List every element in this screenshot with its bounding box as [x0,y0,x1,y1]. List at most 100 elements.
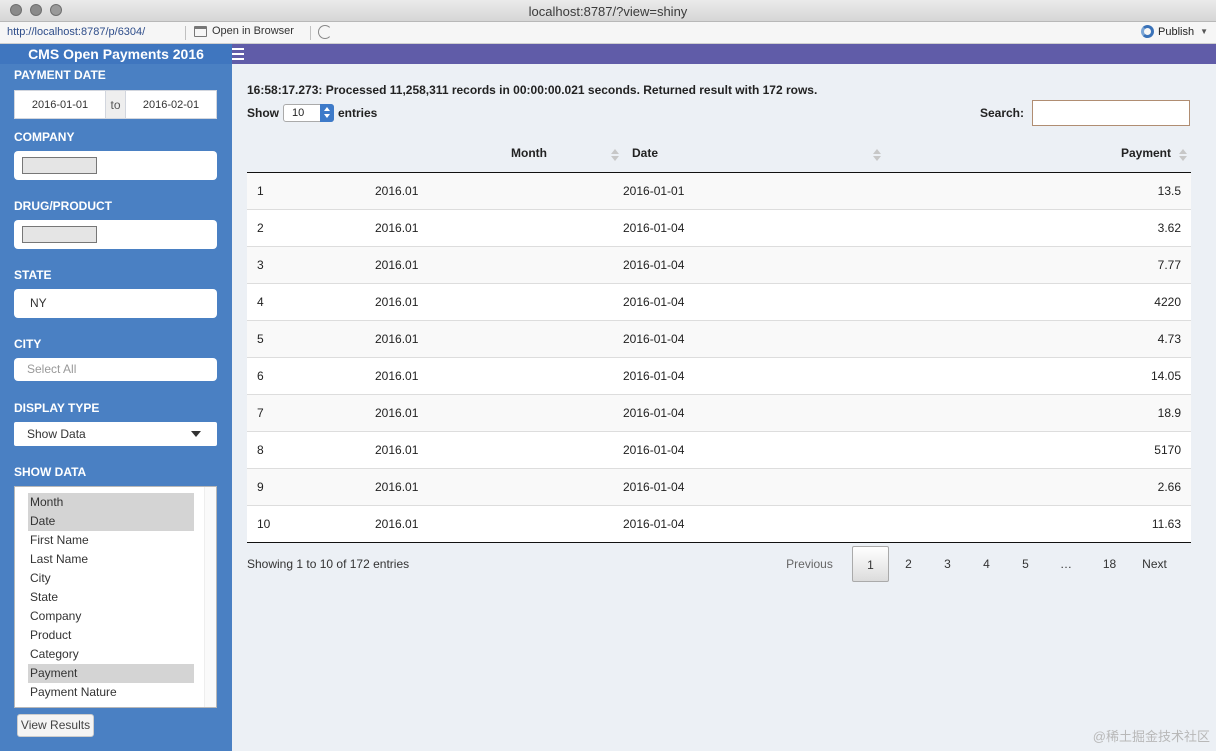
date-range-to: to [106,90,125,119]
date-cell: 2016-01-04 [623,245,885,283]
show-data-option[interactable]: Month [28,493,194,512]
pagination-page-3[interactable]: 3 [928,546,967,582]
pagination-previous[interactable]: Previous [772,546,847,582]
refresh-icon[interactable] [318,25,332,39]
show-data-option[interactable]: Date [28,512,194,531]
url-text[interactable]: http://localhost:8787/p/6304/ [7,26,145,38]
month-cell: 2016.01 [375,393,623,431]
month-cell: 2016.01 [375,245,623,283]
show-data-option[interactable]: First Name [28,531,194,550]
show-data-option[interactable]: State [28,588,194,607]
payment-cell: 2.66 [885,467,1191,505]
view-results-button[interactable]: View Results [17,714,94,737]
watermark: @稀土掘金技术社区 [1092,729,1210,744]
payment-cell: 11.63 [885,504,1191,543]
payment-cell: 14.05 [885,356,1191,394]
listbox-scrollbar[interactable] [204,487,216,707]
sidebar-toggle-icon[interactable] [232,48,244,60]
row-index: 1 [247,172,375,209]
entries-value: 10 [292,107,305,119]
column-header-label: Date [632,146,659,161]
month-cell: 2016.01 [375,319,623,357]
table-info: Showing 1 to 10 of 172 entries [247,557,410,571]
show-data-option[interactable]: Product [28,626,194,645]
search-control: Search: [980,100,1190,126]
browser-window-icon [194,25,207,37]
app-header: CMS Open Payments 2016 [0,44,1216,64]
city-placeholder: Select All [27,362,77,376]
row-index: 7 [247,393,375,431]
status-message: 16:58:17.273: Processed 11,258,311 recor… [247,83,818,97]
window-titlebar: localhost:8787/?view=shiny [0,0,1216,22]
city-label: CITY [14,337,42,351]
pagination-page-1[interactable]: 1 [852,546,889,582]
sort-icon [873,149,881,161]
company-select[interactable] [14,151,217,180]
date-cell: 2016-01-04 [623,393,885,431]
row-index: 3 [247,245,375,283]
page-length-control: Show 10 entries [247,104,377,122]
window-title: localhost:8787/?view=shiny [528,4,688,19]
app-title: CMS Open Payments 2016 [0,44,232,64]
column-header-payment[interactable]: Payment [885,135,1191,173]
table-row: 10 2016.01 2016-01-04 11.63 [247,504,1191,543]
payment-cell: 13.5 [885,172,1191,209]
show-data-option[interactable]: Payment [28,664,194,683]
date-cell: 2016-01-04 [623,208,885,246]
show-data-option[interactable]: Payment Nature [28,683,194,702]
table-row: 5 2016.01 2016-01-04 4.73 [247,319,1191,357]
payment-cell: 7.77 [885,245,1191,283]
show-data-listbox[interactable]: Month Date First Name Last Name City Sta… [14,486,217,708]
city-select[interactable]: Select All [14,358,217,381]
drug-product-select[interactable] [14,220,217,249]
column-header-date[interactable]: Date [623,135,885,173]
show-data-option[interactable]: City [28,569,194,588]
entries-select[interactable]: 10 [283,104,334,122]
results-table: Month Date Payment 1 2016.01 2016-01-01 13.… [247,135,1191,543]
toolbar-divider [185,26,186,40]
index-column-header [247,135,375,173]
row-index: 2 [247,208,375,246]
table-header-row: Month Date Payment [247,135,1191,173]
open-in-browser-button[interactable]: Open in Browser [194,25,294,37]
show-data-option[interactable]: Category [28,645,194,664]
date-end-input[interactable]: 2016-02-01 [125,90,217,119]
show-data-option[interactable]: Company [28,607,194,626]
pagination-page-18[interactable]: 18 [1087,546,1132,582]
state-value: NY [30,296,47,310]
month-cell: 2016.01 [375,356,623,394]
pagination-next[interactable]: Next [1132,546,1177,582]
month-cell: 2016.01 [375,430,623,468]
month-cell: 2016.01 [375,172,623,209]
date-cell: 2016-01-04 [623,319,885,357]
month-cell: 2016.01 [375,282,623,320]
payment-cell: 18.9 [885,393,1191,431]
caret-down-icon [191,431,201,437]
display-type-value: Show Data [27,427,86,441]
date-start-input[interactable]: 2016-01-01 [14,90,106,119]
pagination-page-2[interactable]: 2 [889,546,928,582]
search-input[interactable] [1032,100,1190,126]
column-header-month[interactable]: Month [375,135,623,173]
show-data-label: SHOW DATA [14,465,87,479]
column-header-label: Payment [1120,146,1171,161]
pagination-page-5[interactable]: 5 [1006,546,1045,582]
row-index: 6 [247,356,375,394]
company-label: COMPANY [14,130,75,144]
company-select-inner [22,157,97,174]
table-row: 3 2016.01 2016-01-04 7.77 [247,245,1191,283]
table-row: 6 2016.01 2016-01-04 14.05 [247,356,1191,394]
row-index: 10 [247,504,375,543]
show-label: Show [247,106,279,120]
show-data-option[interactable]: Last Name [28,550,194,569]
drug-product-label: DRUG/PRODUCT [14,199,112,213]
pagination-page-4[interactable]: 4 [967,546,1006,582]
date-cell: 2016-01-04 [623,467,885,505]
display-type-select[interactable]: Show Data [14,422,217,446]
publish-button[interactable]: Publish ▼ [1141,25,1208,38]
row-index: 5 [247,319,375,357]
toolbar-divider [310,26,311,40]
state-select[interactable]: NY [14,289,217,318]
sidebar: PAYMENT DATE 2016-01-01 to 2016-02-01 CO… [0,64,232,751]
column-header-label: Month [511,146,547,161]
